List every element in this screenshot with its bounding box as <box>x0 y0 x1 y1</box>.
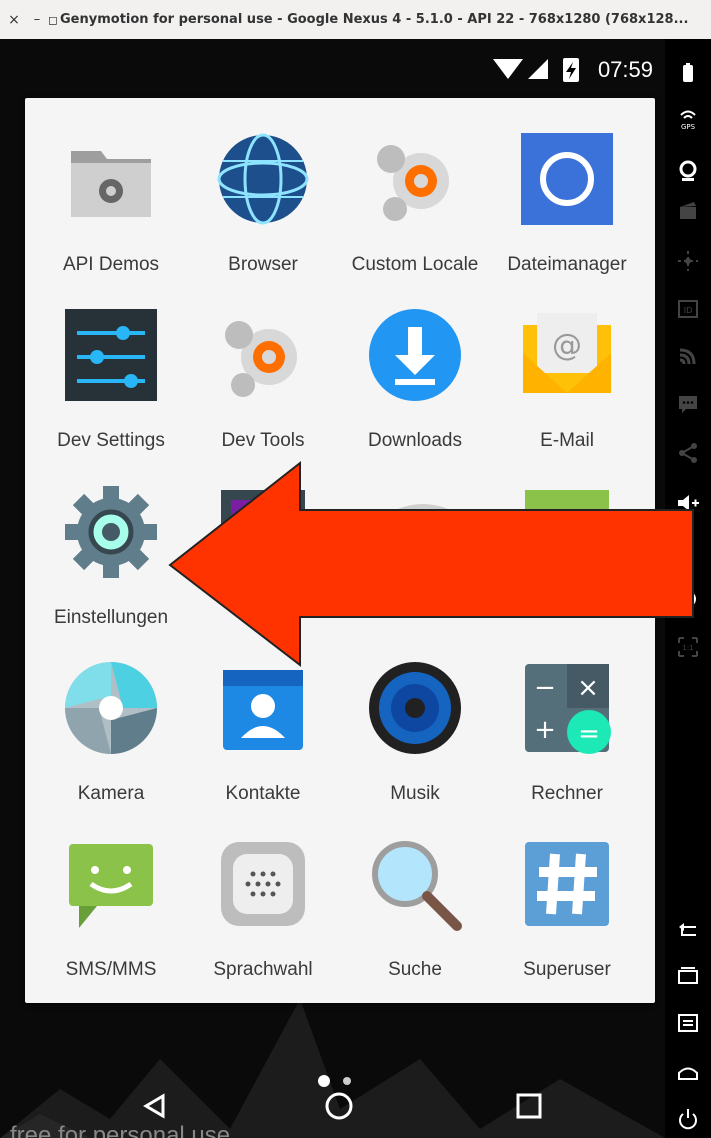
nav-home-button[interactable] <box>325 1092 353 1120</box>
app-rechner[interactable]: − × + = Rechner <box>491 650 643 820</box>
home-hw-icon[interactable] <box>676 1061 700 1085</box>
app-label: Dev Tools <box>221 430 305 451</box>
power-icon[interactable] <box>676 1107 700 1131</box>
message-icon <box>69 844 153 928</box>
settings-gear-icon <box>65 486 157 578</box>
app-einstellungen[interactable]: Einstellungen <box>35 474 187 644</box>
genymotion-sidebar: GPS ID 1:1 <box>665 39 711 1138</box>
app-label: Custom Locale <box>351 254 479 275</box>
app-drawer: API Demos Browser Custom Locale Dateimanage… <box>25 98 655 1003</box>
battery-widget-icon[interactable] <box>676 61 700 85</box>
capture-widget-icon[interactable] <box>676 199 700 223</box>
svg-text:=: = <box>578 719 600 749</box>
app-downloads[interactable]: Downloads <box>339 297 491 467</box>
app-kamera[interactable]: Kamera <box>35 650 187 820</box>
back-hw-icon[interactable] <box>676 919 700 943</box>
sms-widget-icon[interactable] <box>676 392 700 416</box>
app-label: Dateimanager <box>507 254 627 275</box>
recent-apps-hw-icon[interactable] <box>676 964 700 988</box>
status-time: 07:59 <box>597 57 653 82</box>
menu-hw-icon[interactable] <box>676 1011 700 1035</box>
svg-text:ID: ID <box>684 306 693 315</box>
gears-icon <box>225 321 297 397</box>
app-label: Kontakte <box>225 783 301 804</box>
app-gestures-icon[interactable] <box>339 474 491 644</box>
file-manager-icon <box>521 133 613 225</box>
contacts-icon <box>223 670 303 750</box>
app-label: Musik <box>390 783 440 804</box>
app-label: Rechner <box>531 783 603 804</box>
app-label: Einstellungen <box>53 607 169 628</box>
network-widget-icon[interactable] <box>676 344 700 368</box>
watermark-text: free for personal use <box>10 1122 231 1138</box>
svg-text:1:1: 1:1 <box>682 644 693 652</box>
device-id-icon[interactable]: ID <box>676 297 700 321</box>
app-custom-locale[interactable]: Custom Locale <box>339 121 491 291</box>
hash-icon <box>525 842 609 926</box>
nav-back-button[interactable] <box>143 1093 165 1119</box>
share-widget-icon[interactable] <box>676 441 700 465</box>
calendar-icon <box>525 490 609 574</box>
envelope-icon: @ <box>523 313 611 393</box>
gallery-icon <box>221 490 305 574</box>
svg-text:@: @ <box>552 328 582 363</box>
sliders-icon <box>65 309 157 401</box>
signal-icon <box>528 59 548 79</box>
svg-text:GPS: GPS <box>681 123 696 131</box>
app-label: Kamera <box>77 783 145 804</box>
gears-icon <box>377 145 449 221</box>
app-suche[interactable]: Suche <box>339 826 491 996</box>
gestures-icon <box>375 504 455 552</box>
app-musik[interactable]: Musik <box>339 650 491 820</box>
window-title: Genymotion for personal use - Google Nex… <box>60 12 689 27</box>
globe-icon <box>217 133 309 225</box>
minimize-window-button[interactable]: – <box>28 12 46 27</box>
app-gallery-icon[interactable] <box>187 474 339 644</box>
nav-recents-button[interactable] <box>516 1093 542 1119</box>
gps-widget-icon[interactable]: GPS <box>676 107 700 131</box>
app-dev-tools[interactable]: Dev Tools <box>187 297 339 467</box>
rotate-screen-icon[interactable] <box>676 587 700 611</box>
svg-text:+: + <box>534 715 556 745</box>
window-titlebar: × – ◻ Genymotion for personal use - Goog… <box>0 0 711 39</box>
status-bar: 07:59 <box>0 39 665 101</box>
voice-dialer-icon <box>221 842 305 926</box>
magnifier-icon <box>372 841 462 931</box>
app-sprachwahl[interactable]: Sprachwahl <box>187 826 339 996</box>
phone-screen: 07:59 API Demos Browser Custom Locale Datei… <box>0 39 665 1138</box>
app-label: API Demos <box>62 254 160 275</box>
app-label: Sprachwahl <box>213 959 313 980</box>
app-dateimanager[interactable]: Dateimanager <box>491 121 643 291</box>
close-window-button[interactable]: × <box>0 12 28 28</box>
app-superuser[interactable]: Superuser <box>491 826 643 996</box>
app-e-mail[interactable]: @ E-Mail <box>491 297 643 467</box>
restore-window-button[interactable]: ◻ <box>46 13 60 27</box>
app-label: Superuser <box>523 959 611 980</box>
camera-shutter-icon <box>65 662 157 754</box>
app-browser[interactable]: Browser <box>187 121 339 291</box>
app-api-demos[interactable]: API Demos <box>35 121 187 291</box>
webcam-widget-icon[interactable] <box>676 159 700 183</box>
download-icon <box>369 309 461 401</box>
status-icons <box>493 58 579 82</box>
app-label: SMS/MMS <box>65 959 157 980</box>
app-label: E-Mail <box>540 430 594 451</box>
app-label: Suche <box>388 959 442 980</box>
svg-text:×: × <box>577 673 599 703</box>
app-kontakte[interactable]: Kontakte <box>187 650 339 820</box>
folder-gear-icon <box>71 151 151 217</box>
app-label: Dev Settings <box>57 430 165 451</box>
remote-control-icon[interactable] <box>676 249 700 273</box>
app-label: Downloads <box>368 430 462 451</box>
app-label: Browser <box>228 254 298 275</box>
app-calendar-icon[interactable] <box>491 474 643 644</box>
speaker-icon <box>369 662 461 754</box>
pixel-perfect-icon[interactable]: 1:1 <box>676 635 700 659</box>
calculator-icon: − × + = <box>525 664 611 754</box>
wifi-icon <box>493 59 523 79</box>
app-sms-mms[interactable]: SMS/MMS <box>35 826 187 996</box>
volume-up-icon[interactable] <box>676 491 700 515</box>
svg-text:−: − <box>534 673 556 703</box>
app-dev-settings[interactable]: Dev Settings <box>35 297 187 467</box>
